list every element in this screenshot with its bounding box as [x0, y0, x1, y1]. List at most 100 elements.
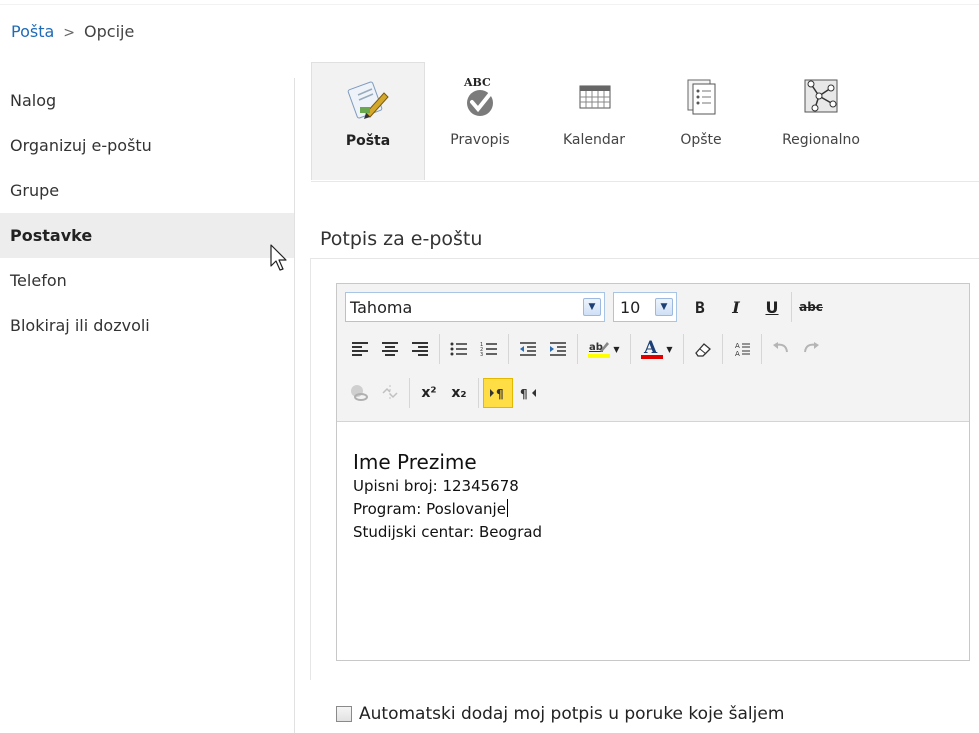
mouse-cursor-icon	[270, 244, 287, 271]
nav-item-blokiraj-ili-dozvoli[interactable]: Blokiraj ili dozvoli	[0, 303, 294, 348]
highlight-icon: ab	[588, 342, 611, 358]
align-right-icon	[412, 342, 428, 356]
toolbar-separator	[577, 334, 578, 364]
top-border	[0, 0, 979, 5]
toolbar-separator	[761, 334, 762, 364]
dropdown-arrow-icon: ▼	[613, 344, 620, 354]
toolbar-separator	[683, 334, 684, 364]
redo-button[interactable]	[796, 334, 826, 364]
tab-regionalno[interactable]: Regionalno	[771, 62, 871, 180]
italic-button[interactable]: I	[721, 292, 751, 322]
toolbar-separator	[478, 378, 479, 408]
align-right-button[interactable]	[405, 334, 435, 364]
toolbar-row-3: x² x₂ ¶ ¶	[345, 376, 543, 410]
nav-item-grupe[interactable]: Grupe	[0, 168, 294, 213]
section-title: Potpis za e-poštu	[320, 228, 483, 250]
increase-indent-button[interactable]	[543, 334, 573, 364]
spellcheck-icon: ABC	[463, 76, 493, 116]
unlink-icon	[382, 385, 398, 401]
link-icon	[351, 385, 368, 401]
numbered-list-button[interactable]: 123	[474, 334, 504, 364]
toolbar-separator	[630, 334, 631, 364]
breadcrumb-mail-link[interactable]: Pošta	[11, 22, 54, 41]
signature-line-center: Studijski centar: Beograd	[353, 523, 543, 541]
toolbar-row-1: Tahoma ▼ 10 ▼ B I U abc	[345, 290, 826, 324]
auto-signature-label[interactable]: Automatski dodaj moj potpis u poruke koj…	[359, 704, 784, 724]
align-left-icon	[352, 342, 368, 356]
svg-text:A: A	[735, 350, 740, 358]
editor-toolbar: Tahoma ▼ 10 ▼ B I U abc 1 2 3 ab ▼ A ▼ A…	[337, 284, 969, 422]
font-color-button[interactable]: A ▼	[635, 334, 679, 364]
signature-line-program: Program: Poslovanje	[353, 498, 542, 521]
rtl-paragraph-icon: ¶	[520, 387, 536, 400]
tab-opste-label: Opšte	[680, 132, 722, 148]
nav-item-postavke[interactable]: Postavke	[0, 213, 294, 258]
bold-button[interactable]: B	[685, 292, 715, 322]
font-family-select[interactable]: Tahoma ▼	[345, 292, 605, 322]
regional-map-icon	[804, 79, 838, 113]
left-to-right-button[interactable]: ¶	[483, 378, 513, 408]
ltr-paragraph-icon: ¶	[490, 387, 504, 400]
toolbar-separator	[722, 334, 723, 364]
auto-signature-checkbox[interactable]	[336, 706, 352, 722]
eraser-icon	[695, 343, 711, 357]
nav-item-telefon[interactable]: Telefon	[0, 258, 294, 303]
toolbar-row-2: 123 ab ▼ A ▼ A A	[345, 332, 826, 366]
increase-indent-icon	[550, 342, 566, 356]
font-color-icon: A	[641, 338, 664, 359]
tab-pravopis[interactable]: ABC Pravopis	[439, 62, 521, 180]
dropdown-arrow-icon: ▼	[666, 344, 673, 354]
strikethrough-button[interactable]: abc	[796, 292, 826, 322]
mail-edit-icon	[347, 81, 389, 119]
signature-editor: Tahoma ▼ 10 ▼ B I U abc 1 2 3 ab ▼ A ▼ A…	[336, 283, 970, 661]
breadcrumb: Pošta > Opcije	[11, 22, 134, 41]
text-caret	[506, 499, 508, 517]
insert-link-button[interactable]	[345, 378, 375, 408]
superscript-button[interactable]: x²	[414, 378, 444, 408]
align-left-button[interactable]	[345, 334, 375, 364]
toolbar-separator	[791, 292, 792, 322]
nav-item-organizuj-e-postu[interactable]: Organizuj e-poštu	[0, 123, 294, 168]
general-settings-icon	[687, 79, 716, 115]
text-direction-icon: AA	[735, 342, 750, 358]
breadcrumb-separator: >	[63, 25, 76, 41]
right-to-left-button[interactable]: ¶	[513, 378, 543, 408]
chevron-down-icon: ▼	[655, 298, 673, 316]
svg-text:¶: ¶	[520, 387, 528, 400]
align-center-button[interactable]	[375, 334, 405, 364]
auto-signature-option: Automatski dodaj moj potpis u poruke koj…	[336, 704, 784, 724]
tab-kalendar-label: Kalendar	[562, 132, 626, 148]
remove-link-button[interactable]	[375, 378, 405, 408]
svg-text:¶: ¶	[496, 387, 504, 400]
font-family-value: Tahoma	[350, 297, 413, 317]
toolbar-separator	[508, 334, 509, 364]
subscript-button[interactable]: x₂	[444, 378, 474, 408]
signature-program-text: Program: Poslovanje	[353, 500, 506, 518]
decrease-indent-button[interactable]	[513, 334, 543, 364]
signature-line-index: Upisni broj: 12345678	[353, 477, 519, 495]
text-direction-button[interactable]: AA	[727, 334, 757, 364]
tab-kalendar[interactable]: Kalendar	[551, 62, 637, 180]
tab-opste[interactable]: Opšte	[667, 62, 735, 180]
underline-button[interactable]: U	[757, 292, 787, 322]
tab-posta-label: Pošta	[345, 133, 391, 149]
bulleted-list-icon	[450, 342, 467, 356]
toolbar-separator	[439, 334, 440, 364]
options-tab-bar: Pošta ABC Pravopis Kalendar Opšte Region…	[311, 62, 979, 182]
breadcrumb-current: Opcije	[84, 22, 135, 41]
font-size-select[interactable]: 10 ▼	[613, 292, 677, 322]
signature-content[interactable]: Ime Prezime Upisni broj: 12345678 Progra…	[353, 449, 542, 544]
redo-icon	[804, 342, 819, 353]
clear-formatting-button[interactable]	[688, 334, 718, 364]
calendar-icon	[579, 85, 611, 109]
toolbar-separator	[409, 378, 410, 408]
tab-regionalno-label: Regionalno	[782, 132, 860, 148]
chevron-down-icon: ▼	[583, 298, 601, 316]
highlight-color-button[interactable]: ab ▼	[582, 334, 626, 364]
svg-text:3: 3	[480, 352, 483, 357]
undo-button[interactable]	[766, 334, 796, 364]
tab-posta[interactable]: Pošta	[311, 62, 425, 180]
bulleted-list-button[interactable]	[444, 334, 474, 364]
nav-item-nalog[interactable]: Nalog	[0, 78, 294, 123]
decrease-indent-icon	[520, 342, 536, 356]
